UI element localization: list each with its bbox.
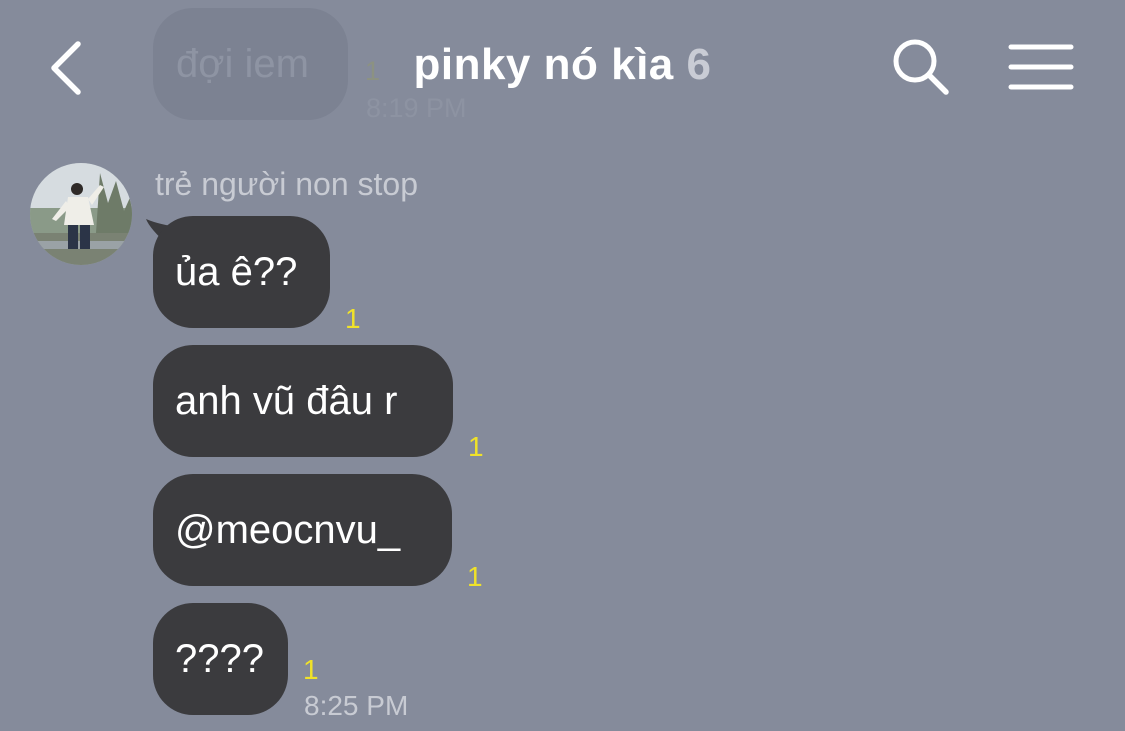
message-text: anh vũ đâu r xyxy=(175,378,398,423)
menu-button[interactable] xyxy=(1008,42,1074,92)
sender-name: trẻ người non stop xyxy=(155,166,418,202)
read-count: 1 xyxy=(468,431,484,462)
chat-title-text: pinky nó kìa xyxy=(413,40,674,89)
read-count: 1 xyxy=(467,561,483,592)
avatar-photo xyxy=(30,163,132,265)
chat-title: pinky nó kìa 6 xyxy=(0,40,1125,90)
message-text: ủa ê?? xyxy=(175,249,298,294)
message-bubble[interactable]: ???? xyxy=(153,603,288,715)
message-time: 8:25 PM xyxy=(304,690,409,721)
previous-message-time: 8:19 PM xyxy=(366,93,467,123)
message-bubble[interactable]: ủa ê?? xyxy=(153,216,330,328)
search-button[interactable] xyxy=(890,36,952,98)
read-count: 1 xyxy=(303,654,319,685)
message-text: @meocnvu_ xyxy=(175,507,401,552)
message-bubble[interactable]: anh vũ đâu r xyxy=(153,345,453,457)
search-icon xyxy=(893,39,949,95)
avatar[interactable] xyxy=(30,163,132,265)
read-count: 1 xyxy=(345,303,361,334)
hamburger-menu-icon xyxy=(1008,44,1074,90)
message-text: ???? xyxy=(175,636,264,681)
message-bubble[interactable]: @meocnvu_ xyxy=(153,474,452,586)
member-count: 6 xyxy=(686,40,712,89)
